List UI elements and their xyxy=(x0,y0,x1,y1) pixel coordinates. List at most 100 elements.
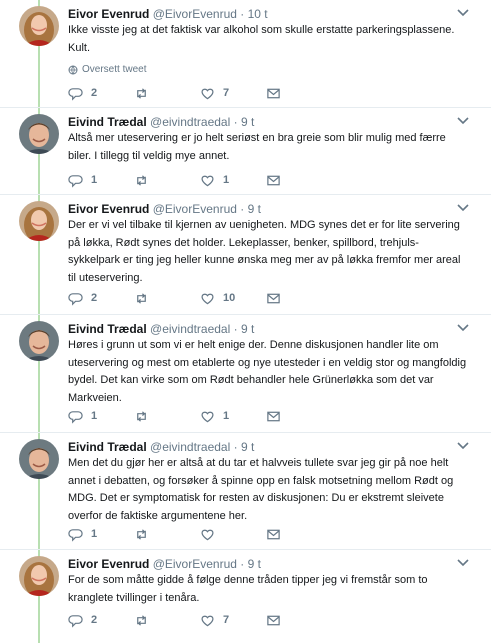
caret-down-icon[interactable] xyxy=(455,112,471,128)
avatar-man-image xyxy=(19,114,59,154)
avatar-woman-image xyxy=(19,201,59,241)
direct-message-button[interactable] xyxy=(266,86,286,101)
retweet-icon xyxy=(137,292,146,304)
avatar-woman-image xyxy=(19,556,59,596)
reply-icon xyxy=(68,410,83,424)
retweet-button[interactable] xyxy=(134,173,200,188)
tweet-actions: 2 10 xyxy=(68,290,286,306)
timestamp[interactable]: 9 t xyxy=(248,557,261,571)
tweet-header: Eivor Evenrud @EivorEvenrud · 9 t xyxy=(68,556,261,572)
retweet-button[interactable] xyxy=(134,613,200,628)
reply-count: 2 xyxy=(91,87,98,99)
timestamp[interactable]: 9 t xyxy=(241,115,254,129)
avatar[interactable] xyxy=(19,321,59,361)
avatar[interactable] xyxy=(19,201,59,241)
reply-icon xyxy=(68,614,83,628)
direct-message-button[interactable] xyxy=(266,527,286,542)
author-name[interactable]: Eivind Trædal xyxy=(68,440,147,454)
reply-button[interactable]: 1 xyxy=(68,173,134,188)
avatar[interactable] xyxy=(19,6,59,46)
caret-down-icon[interactable] xyxy=(455,4,471,20)
like-button[interactable]: 1 xyxy=(200,173,266,188)
like-button[interactable]: 10 xyxy=(200,291,266,306)
reply-button[interactable]: 1 xyxy=(68,527,134,542)
retweet-button[interactable] xyxy=(134,409,200,424)
tweet-header: Eivind Trædal @eivindtraedal · 9 t xyxy=(68,321,254,337)
timestamp[interactable]: 9 t xyxy=(241,440,254,454)
message-icon xyxy=(267,175,280,185)
author-handle[interactable]: @EivorEvenrud xyxy=(153,7,237,21)
author-name[interactable]: Eivind Trædal xyxy=(68,322,147,336)
avatar[interactable] xyxy=(19,556,59,596)
reply-button[interactable]: 1 xyxy=(68,409,134,424)
direct-message-button[interactable] xyxy=(266,291,286,306)
caret-down-icon[interactable] xyxy=(455,319,471,335)
tweet-actions: 1 xyxy=(68,526,286,542)
like-button[interactable]: 1 xyxy=(200,409,266,424)
separator: · xyxy=(233,322,238,336)
avatar-woman-image xyxy=(19,6,59,46)
tweet-text: Der er vi vel tilbake til kjernen av uen… xyxy=(68,219,461,284)
retweet-button[interactable] xyxy=(134,291,200,306)
reply-count: 1 xyxy=(91,528,98,540)
author-name[interactable]: Eivind Trædal xyxy=(68,115,147,129)
message-icon xyxy=(267,88,280,98)
like-button[interactable]: 7 xyxy=(200,613,266,628)
caret-down-icon[interactable] xyxy=(455,554,471,570)
tweet[interactable]: Eivor Evenrud @EivorEvenrud · 9 t Der er… xyxy=(0,195,491,315)
tweet-text: Altså mer uteservering er jo helt seriøs… xyxy=(68,132,446,162)
author-name[interactable]: Eivor Evenrud xyxy=(68,202,149,216)
reply-button[interactable]: 2 xyxy=(68,86,134,101)
direct-message-button[interactable] xyxy=(266,409,286,424)
message-icon xyxy=(267,615,280,625)
tweet-header: Eivor Evenrud @EivorEvenrud · 10 t xyxy=(68,6,268,22)
avatar-man-image xyxy=(19,439,59,479)
like-icon xyxy=(201,411,214,422)
like-button[interactable] xyxy=(200,527,266,542)
reply-count: 2 xyxy=(91,614,98,626)
like-count: 1 xyxy=(223,410,230,422)
author-handle[interactable]: @EivorEvenrud xyxy=(153,202,237,216)
timestamp[interactable]: 10 t xyxy=(248,7,268,21)
reply-icon xyxy=(68,174,83,188)
tweet[interactable]: Eivind Trædal @eivindtraedal · 9 t Høres… xyxy=(0,315,491,433)
avatar[interactable] xyxy=(19,439,59,479)
like-button[interactable]: 7 xyxy=(200,86,266,101)
separator: · xyxy=(233,115,238,129)
author-handle[interactable]: @eivindtraedal xyxy=(150,440,230,454)
retweet-icon xyxy=(137,87,146,99)
direct-message-button[interactable] xyxy=(266,173,286,188)
author-handle[interactable]: @eivindtraedal xyxy=(150,322,230,336)
like-icon xyxy=(201,293,214,304)
author-name[interactable]: Eivor Evenrud xyxy=(68,7,149,21)
author-handle[interactable]: @EivorEvenrud xyxy=(153,557,237,571)
direct-message-button[interactable] xyxy=(266,613,286,628)
author-handle[interactable]: @eivindtraedal xyxy=(150,115,230,129)
tweet[interactable]: Eivor Evenrud @EivorEvenrud · 9 t For de… xyxy=(0,550,491,643)
reply-button[interactable]: 2 xyxy=(68,613,134,628)
reply-button[interactable]: 2 xyxy=(68,291,134,306)
like-icon xyxy=(201,88,214,99)
separator: · xyxy=(240,557,245,571)
globe-icon xyxy=(68,65,78,74)
separator: · xyxy=(240,7,245,21)
author-name[interactable]: Eivor Evenrud xyxy=(68,557,149,571)
retweet-button[interactable] xyxy=(134,527,200,542)
tweet-actions: 1 1 xyxy=(68,172,286,188)
avatar[interactable] xyxy=(19,114,59,154)
retweet-button[interactable] xyxy=(134,86,200,101)
tweet-actions: 1 1 xyxy=(68,408,286,424)
avatar-man-image xyxy=(19,321,59,361)
reply-icon xyxy=(68,87,83,101)
caret-down-icon[interactable] xyxy=(455,199,471,215)
tweet[interactable]: Eivor Evenrud @EivorEvenrud · 10 t Ikke … xyxy=(0,0,491,108)
tweet-actions: 2 7 xyxy=(68,612,286,628)
timestamp[interactable]: 9 t xyxy=(241,322,254,336)
tweet[interactable]: Eivind Trædal @eivindtraedal · 9 t Altså… xyxy=(0,108,491,195)
caret-down-icon[interactable] xyxy=(455,437,471,453)
timestamp[interactable]: 9 t xyxy=(248,202,261,216)
like-count: 10 xyxy=(223,292,236,304)
translate-tweet-link[interactable]: Oversett tweet xyxy=(68,64,146,75)
reply-count: 1 xyxy=(91,174,98,186)
tweet[interactable]: Eivind Trædal @eivindtraedal · 9 t Men d… xyxy=(0,433,491,550)
